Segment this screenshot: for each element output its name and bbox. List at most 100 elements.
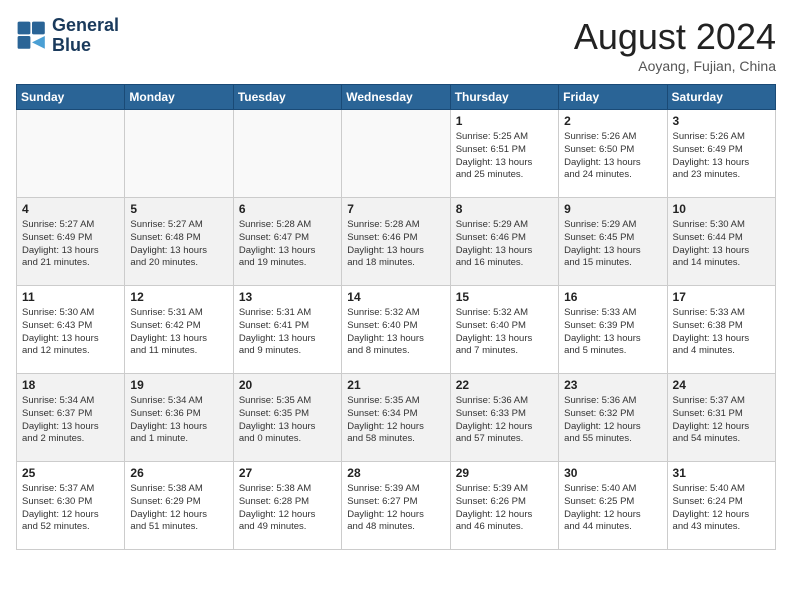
logo-text: General Blue <box>52 16 119 56</box>
weekday-header-saturday: Saturday <box>667 85 775 110</box>
weekday-header-row: SundayMondayTuesdayWednesdayThursdayFrid… <box>17 85 776 110</box>
day-info: Sunrise: 5:29 AM Sunset: 6:45 PM Dayligh… <box>564 219 661 270</box>
calendar-cell: 4Sunrise: 5:27 AM Sunset: 6:49 PM Daylig… <box>17 198 125 286</box>
calendar-cell: 13Sunrise: 5:31 AM Sunset: 6:41 PM Dayli… <box>233 286 341 374</box>
calendar-week-row: 25 Sunrise: 5:37 AM Sunset: 6:30 PM Dayli… <box>17 462 776 550</box>
calendar-cell: 25 Sunrise: 5:37 AM Sunset: 6:30 PM Dayli… <box>17 462 125 550</box>
calendar-cell: 12 Sunrise: 5:31 AM Sunset: 6:42 PM Dayli… <box>125 286 233 374</box>
calendar-cell: 7 Sunrise: 5:28 AM Sunset: 6:46 PM Daylig… <box>342 198 450 286</box>
day-number: 17 <box>673 290 770 304</box>
calendar-week-row: 11 Sunrise: 5:30 AM Sunset: 6:43 PM Dayli… <box>17 286 776 374</box>
calendar-cell <box>233 110 341 198</box>
day-info: Sunrise: 5:34 AM Sunset: 6:37 PM Dayligh… <box>22 395 119 446</box>
day-number: 11 <box>22 290 119 304</box>
day-number: 7 <box>347 202 444 216</box>
logo: General Blue <box>16 16 119 56</box>
calendar-week-row: 18 Sunrise: 5:34 AM Sunset: 6:37 PM Dayli… <box>17 374 776 462</box>
weekday-header-friday: Friday <box>559 85 667 110</box>
logo-icon <box>16 20 48 52</box>
day-info: Sunrise: 5:36 AM Sunset: 6:33 PM Dayligh… <box>456 395 553 446</box>
calendar-cell: 3 Sunrise: 5:26 AM Sunset: 6:49 PM Daylig… <box>667 110 775 198</box>
day-info: Sunrise: 5:28 AM Sunset: 6:47 PM Dayligh… <box>239 219 336 270</box>
title-block: August 2024 Aoyang, Fujian, China <box>574 16 776 74</box>
day-number: 5 <box>130 202 227 216</box>
logo-line1: General <box>52 16 119 36</box>
day-number: 21 <box>347 378 444 392</box>
day-number: 25 <box>22 466 119 480</box>
day-number: 27 <box>239 466 336 480</box>
day-info: Sunrise: 5:35 AM Sunset: 6:35 PM Dayligh… <box>239 395 336 446</box>
calendar-cell: 31Sunrise: 5:40 AM Sunset: 6:24 PM Dayli… <box>667 462 775 550</box>
calendar-cell: 14 Sunrise: 5:32 AM Sunset: 6:40 PM Dayli… <box>342 286 450 374</box>
weekday-header-sunday: Sunday <box>17 85 125 110</box>
location: Aoyang, Fujian, China <box>574 58 776 74</box>
calendar-cell: 22 Sunrise: 5:36 AM Sunset: 6:33 PM Dayli… <box>450 374 558 462</box>
calendar-cell: 29 Sunrise: 5:39 AM Sunset: 6:26 PM Dayli… <box>450 462 558 550</box>
calendar-cell: 19Sunrise: 5:34 AM Sunset: 6:36 PM Dayli… <box>125 374 233 462</box>
day-number: 9 <box>564 202 661 216</box>
day-info: Sunrise: 5:28 AM Sunset: 6:46 PM Dayligh… <box>347 219 444 270</box>
day-number: 6 <box>239 202 336 216</box>
calendar-cell: 30Sunrise: 5:40 AM Sunset: 6:25 PM Dayli… <box>559 462 667 550</box>
day-number: 10 <box>673 202 770 216</box>
calendar-cell: 8Sunrise: 5:29 AM Sunset: 6:46 PM Daylig… <box>450 198 558 286</box>
calendar-week-row: 1Sunrise: 5:25 AM Sunset: 6:51 PM Daylig… <box>17 110 776 198</box>
day-info: Sunrise: 5:36 AM Sunset: 6:32 PM Dayligh… <box>564 395 661 446</box>
day-number: 26 <box>130 466 227 480</box>
day-number: 23 <box>564 378 661 392</box>
day-info: Sunrise: 5:31 AM Sunset: 6:42 PM Dayligh… <box>130 307 227 358</box>
calendar-cell: 20 Sunrise: 5:35 AM Sunset: 6:35 PM Dayli… <box>233 374 341 462</box>
day-number: 28 <box>347 466 444 480</box>
day-info: Sunrise: 5:33 AM Sunset: 6:38 PM Dayligh… <box>673 307 770 358</box>
calendar-week-row: 4Sunrise: 5:27 AM Sunset: 6:49 PM Daylig… <box>17 198 776 286</box>
calendar-cell: 1Sunrise: 5:25 AM Sunset: 6:51 PM Daylig… <box>450 110 558 198</box>
calendar-cell: 5 Sunrise: 5:27 AM Sunset: 6:48 PM Daylig… <box>125 198 233 286</box>
calendar-cell: 2Sunrise: 5:26 AM Sunset: 6:50 PM Daylig… <box>559 110 667 198</box>
day-number: 24 <box>673 378 770 392</box>
weekday-header-thursday: Thursday <box>450 85 558 110</box>
day-number: 20 <box>239 378 336 392</box>
calendar-cell: 6 Sunrise: 5:28 AM Sunset: 6:47 PM Daylig… <box>233 198 341 286</box>
day-info: Sunrise: 5:32 AM Sunset: 6:40 PM Dayligh… <box>347 307 444 358</box>
calendar-table: SundayMondayTuesdayWednesdayThursdayFrid… <box>16 84 776 550</box>
weekday-header-monday: Monday <box>125 85 233 110</box>
day-number: 12 <box>130 290 227 304</box>
calendar-cell <box>342 110 450 198</box>
day-number: 29 <box>456 466 553 480</box>
day-info: Sunrise: 5:37 AM Sunset: 6:31 PM Dayligh… <box>673 395 770 446</box>
day-info: Sunrise: 5:37 AM Sunset: 6:30 PM Dayligh… <box>22 483 119 534</box>
day-number: 16 <box>564 290 661 304</box>
day-info: Sunrise: 5:32 AM Sunset: 6:40 PM Dayligh… <box>456 307 553 358</box>
day-number: 2 <box>564 114 661 128</box>
calendar-cell: 27 Sunrise: 5:38 AM Sunset: 6:28 PM Dayli… <box>233 462 341 550</box>
day-info: Sunrise: 5:31 AM Sunset: 6:41 PM Dayligh… <box>239 307 336 358</box>
calendar-cell: 15 Sunrise: 5:32 AM Sunset: 6:40 PM Dayli… <box>450 286 558 374</box>
day-number: 15 <box>456 290 553 304</box>
day-info: Sunrise: 5:38 AM Sunset: 6:29 PM Dayligh… <box>130 483 227 534</box>
day-info: Sunrise: 5:38 AM Sunset: 6:28 PM Dayligh… <box>239 483 336 534</box>
day-number: 3 <box>673 114 770 128</box>
day-info: Sunrise: 5:33 AM Sunset: 6:39 PM Dayligh… <box>564 307 661 358</box>
day-number: 8 <box>456 202 553 216</box>
calendar-cell: 9 Sunrise: 5:29 AM Sunset: 6:45 PM Daylig… <box>559 198 667 286</box>
calendar-cell: 10 Sunrise: 5:30 AM Sunset: 6:44 PM Dayli… <box>667 198 775 286</box>
weekday-header-wednesday: Wednesday <box>342 85 450 110</box>
day-number: 22 <box>456 378 553 392</box>
day-info: Sunrise: 5:40 AM Sunset: 6:25 PM Dayligh… <box>564 483 661 534</box>
calendar-cell: 16 Sunrise: 5:33 AM Sunset: 6:39 PM Dayli… <box>559 286 667 374</box>
calendar-cell <box>17 110 125 198</box>
day-number: 18 <box>22 378 119 392</box>
day-info: Sunrise: 5:30 AM Sunset: 6:43 PM Dayligh… <box>22 307 119 358</box>
calendar-cell: 28 Sunrise: 5:39 AM Sunset: 6:27 PM Dayli… <box>342 462 450 550</box>
day-info: Sunrise: 5:27 AM Sunset: 6:48 PM Dayligh… <box>130 219 227 270</box>
calendar-cell: 21Sunrise: 5:35 AM Sunset: 6:34 PM Dayli… <box>342 374 450 462</box>
day-info: Sunrise: 5:26 AM Sunset: 6:49 PM Dayligh… <box>673 131 770 182</box>
calendar-cell: 26 Sunrise: 5:38 AM Sunset: 6:29 PM Dayli… <box>125 462 233 550</box>
day-number: 14 <box>347 290 444 304</box>
day-info: Sunrise: 5:39 AM Sunset: 6:26 PM Dayligh… <box>456 483 553 534</box>
day-info: Sunrise: 5:40 AM Sunset: 6:24 PM Dayligh… <box>673 483 770 534</box>
day-number: 4 <box>22 202 119 216</box>
calendar-cell: 23 Sunrise: 5:36 AM Sunset: 6:32 PM Dayli… <box>559 374 667 462</box>
day-info: Sunrise: 5:39 AM Sunset: 6:27 PM Dayligh… <box>347 483 444 534</box>
day-info: Sunrise: 5:30 AM Sunset: 6:44 PM Dayligh… <box>673 219 770 270</box>
